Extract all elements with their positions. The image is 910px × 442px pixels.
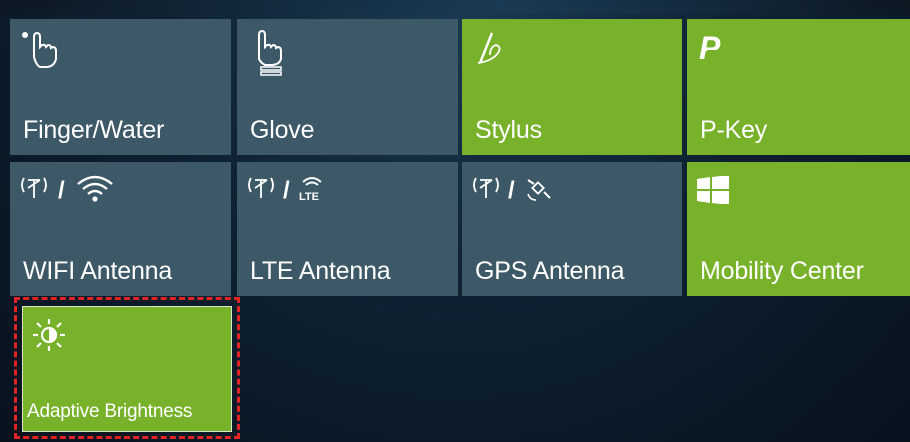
- windows-icon: [697, 176, 729, 204]
- tile-label: Glove: [250, 116, 315, 144]
- mobility-center-tile[interactable]: Mobility Center: [687, 162, 910, 296]
- top-bar: [0, 0, 910, 14]
- tile-label: P-Key: [700, 116, 768, 144]
- svg-text:LTE: LTE: [299, 191, 319, 203]
- stylus-tile[interactable]: Stylus: [462, 19, 682, 155]
- wifi-antenna-tile[interactable]: / WIFI Antenna: [10, 162, 231, 296]
- finger-water-icon: [20, 29, 60, 69]
- tile-label: LTE Antenna: [250, 257, 391, 285]
- p-key-tile[interactable]: P P-Key: [687, 19, 910, 155]
- tile-label: WIFI Antenna: [23, 257, 173, 285]
- svg-text:/: /: [58, 177, 65, 204]
- p-key-icon: P: [697, 29, 737, 69]
- svg-text:P: P: [699, 30, 721, 66]
- wifi-antenna-icon: /: [20, 174, 130, 204]
- stylus-icon: [472, 29, 512, 69]
- tile-label: Finger/Water: [23, 116, 165, 144]
- finger-water-tile[interactable]: Finger/Water: [10, 19, 231, 155]
- tile-label: Mobility Center: [700, 257, 864, 285]
- gps-antenna-tile[interactable]: / GPS Antenna: [462, 162, 682, 296]
- svg-text:/: /: [283, 177, 290, 204]
- tile-label: Stylus: [475, 116, 542, 144]
- svg-text:/: /: [508, 177, 515, 204]
- glove-icon: [247, 29, 291, 77]
- tile-label: Adaptive Brightness: [27, 401, 193, 422]
- adaptive-brightness-tile[interactable]: Adaptive Brightness: [22, 306, 232, 432]
- lte-antenna-icon: / LTE: [247, 174, 357, 204]
- gps-antenna-icon: /: [472, 174, 582, 204]
- glove-tile[interactable]: Glove: [237, 19, 458, 155]
- tile-label: GPS Antenna: [475, 257, 625, 285]
- lte-antenna-tile[interactable]: / LTE LTE Antenna: [237, 162, 458, 296]
- brightness-icon: [31, 317, 67, 353]
